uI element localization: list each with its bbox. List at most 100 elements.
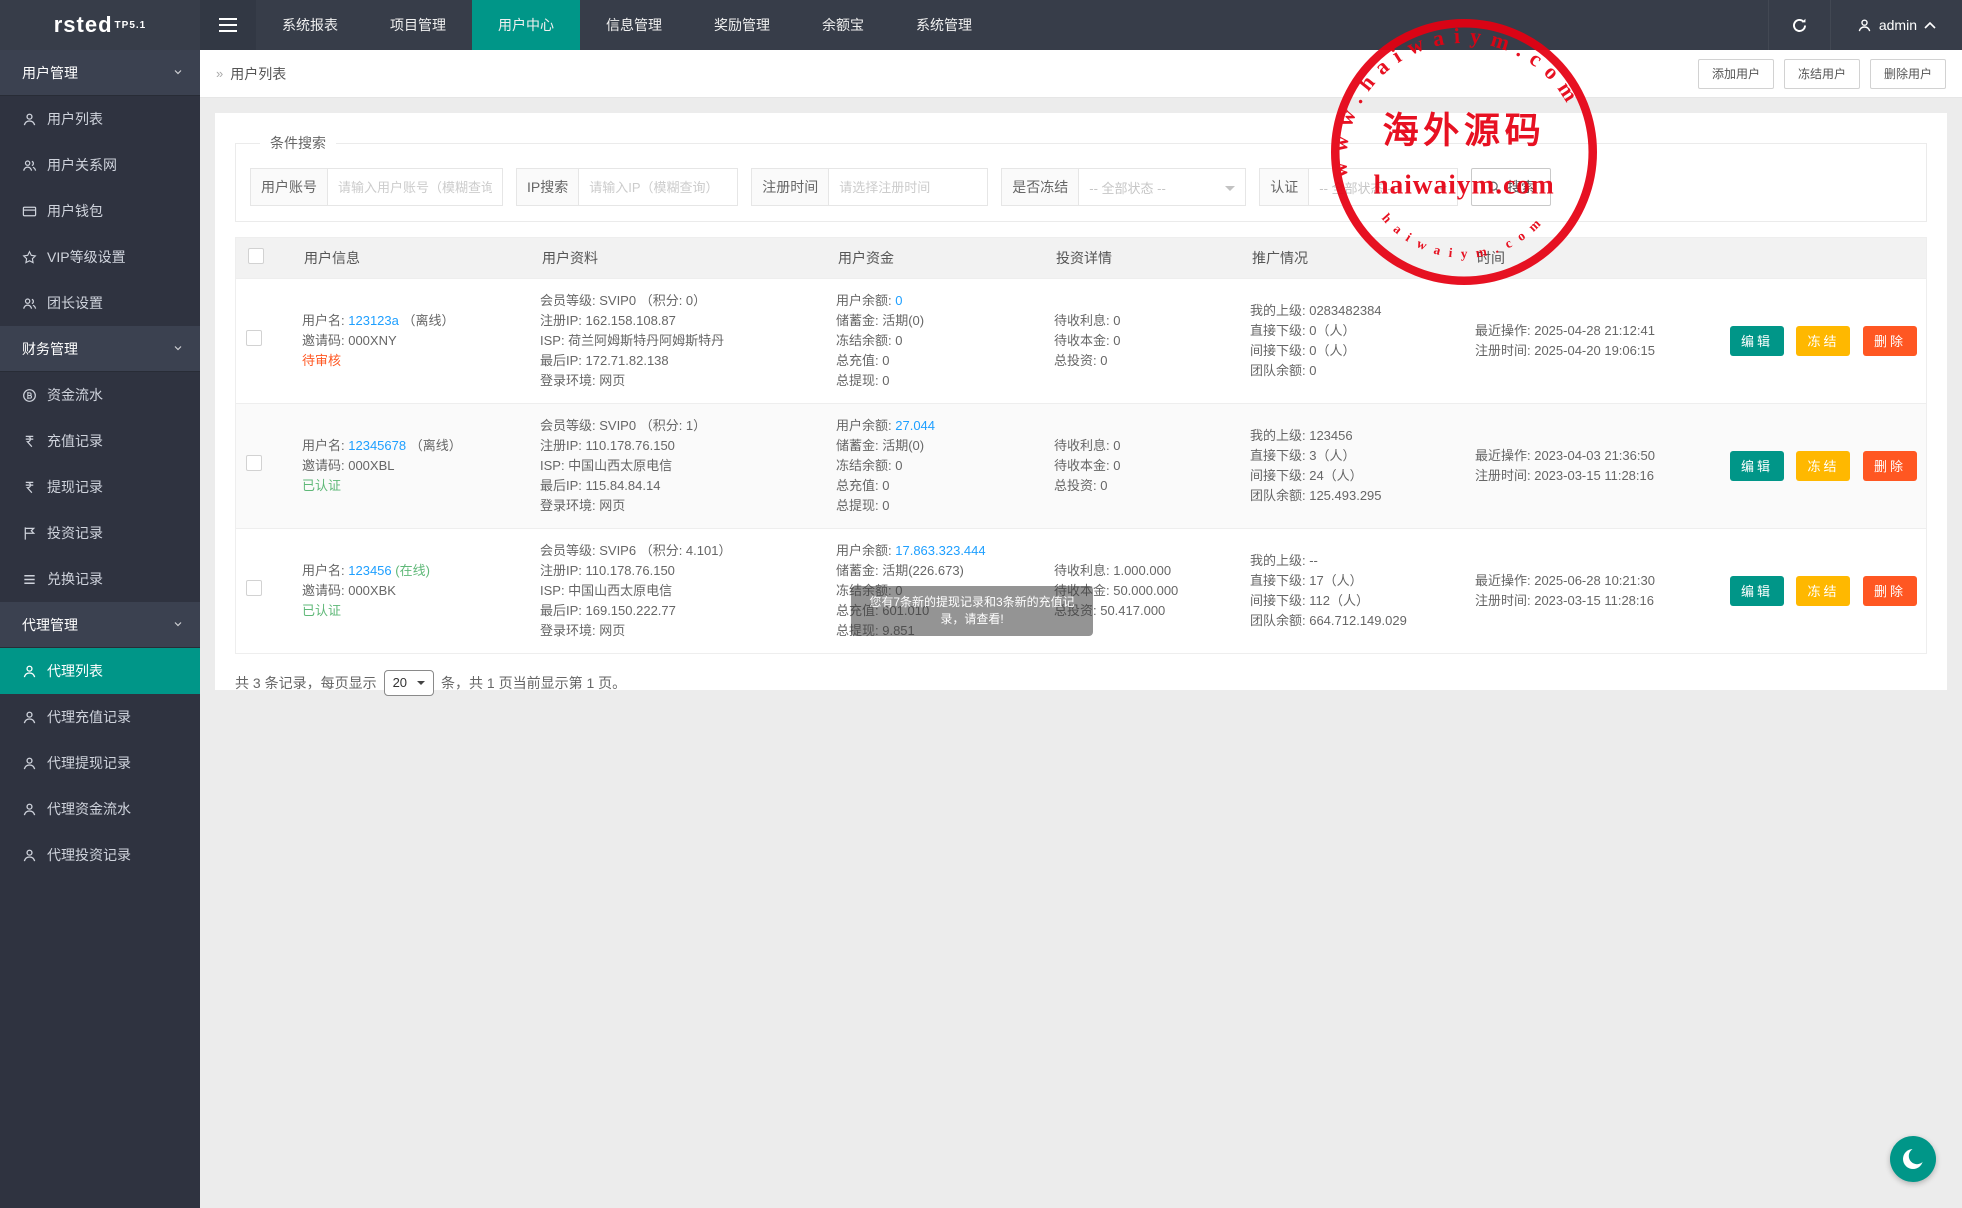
search-icon: [1487, 180, 1501, 194]
floating-service-button[interactable]: [1890, 1136, 1936, 1182]
add-user-button[interactable]: 添加用户: [1698, 59, 1774, 89]
search-button[interactable]: 搜索: [1471, 168, 1551, 206]
delete-button[interactable]: 删除: [1863, 576, 1917, 606]
ip-group: IP搜索: [516, 168, 738, 206]
nav-system-report[interactable]: 系统报表: [256, 0, 364, 50]
username-link[interactable]: 123123a: [348, 313, 399, 328]
freeze-button[interactable]: 冻结: [1796, 576, 1850, 606]
sidebar-item-agent-fund-flow[interactable]: 代理资金流水: [0, 786, 200, 832]
breadcrumb-bar: » 用户列表 添加用户 冻结用户 删除用户: [200, 50, 1962, 98]
sidebar-item-invest-record[interactable]: 投资记录: [0, 510, 200, 556]
item-label: 代理提现记录: [47, 753, 131, 773]
auth-group: 认证 -- 全部状态 --: [1259, 168, 1458, 206]
table-row: 用户名: 123123a （离线） 邀请码: 000XNY 待审核 会员等级: …: [236, 278, 1926, 403]
regtime-input[interactable]: [828, 168, 988, 206]
header-right: admin: [1768, 0, 1962, 50]
nav-info-manage[interactable]: 信息管理: [580, 0, 688, 50]
sidebar-item-exchange-record[interactable]: 兑换记录: [0, 556, 200, 602]
person-icon: [22, 664, 37, 679]
freeze-button[interactable]: 冻结: [1796, 451, 1850, 481]
rupee-icon: [22, 434, 37, 449]
page-actions: 添加用户 冻结用户 删除用户: [1698, 59, 1946, 89]
freeze-select[interactable]: -- 全部状态 --: [1078, 168, 1246, 206]
online-status: （离线）: [410, 438, 462, 453]
sidebar-item-agent-list[interactable]: 代理列表: [0, 648, 200, 694]
freeze-user-button[interactable]: 冻结用户: [1784, 59, 1860, 89]
sidebar-item-agent-withdraw[interactable]: 代理提现记录: [0, 740, 200, 786]
row-checkbox[interactable]: [246, 330, 262, 346]
table-header-row: 用户信息 用户资料 用户资金 投资详情 推广情况 时间: [236, 238, 1926, 278]
invite-code: 邀请码: 000XNY: [302, 331, 520, 351]
refresh-icon: [1791, 17, 1808, 34]
flag-icon: [22, 526, 37, 541]
logo-version: TP5.1: [115, 20, 147, 31]
admin-menu[interactable]: admin: [1830, 0, 1962, 50]
edit-button[interactable]: 编辑: [1730, 326, 1784, 356]
username-link[interactable]: 12345678: [348, 438, 406, 453]
regtime-group: 注册时间: [751, 168, 988, 206]
nav-system-manage[interactable]: 系统管理: [890, 0, 998, 50]
col-invest-detail: 投资详情: [1044, 238, 1240, 278]
col-time: 时间: [1465, 238, 1720, 278]
table-row: 用户名: 12345678 （离线） 邀请码: 000XBL 已认证 会员等级:…: [236, 403, 1926, 528]
top-nav: 系统报表 项目管理 用户中心 信息管理 奖励管理 余额宝 系统管理: [256, 0, 998, 50]
sidebar: 用户管理 用户列表 用户关系网 用户钱包 VIP等级设置 团长设置 财务管理 资…: [0, 50, 200, 1208]
sidebar-section-finance-manage[interactable]: 财务管理: [0, 326, 200, 372]
sidebar-item-vip-level[interactable]: VIP等级设置: [0, 234, 200, 280]
breadcrumb-arrow-icon: »: [216, 66, 223, 81]
rupee-icon: [22, 480, 37, 495]
sidebar-item-user-network[interactable]: 用户关系网: [0, 142, 200, 188]
sidebar-item-user-list[interactable]: 用户列表: [0, 96, 200, 142]
item-label: 用户列表: [47, 109, 103, 129]
admin-username: admin: [1879, 17, 1917, 33]
balance-link[interactable]: 27.044: [895, 418, 935, 433]
account-group: 用户账号: [250, 168, 503, 206]
sidebar-section-user-manage[interactable]: 用户管理: [0, 50, 200, 96]
nav-yuebao[interactable]: 余额宝: [796, 0, 890, 50]
hamburger-icon: [219, 18, 237, 32]
row-checkbox[interactable]: [246, 455, 262, 471]
sidebar-item-fund-flow[interactable]: 资金流水: [0, 372, 200, 418]
ip-input[interactable]: [578, 168, 738, 206]
account-input[interactable]: [327, 168, 503, 206]
freeze-button[interactable]: 冻结: [1796, 326, 1850, 356]
balance-link[interactable]: 0: [895, 293, 902, 308]
person-icon: [22, 848, 37, 863]
sidebar-item-withdraw-record[interactable]: 提现记录: [0, 464, 200, 510]
wallet-icon: [22, 204, 37, 219]
sidebar-item-leader-setting[interactable]: 团长设置: [0, 280, 200, 326]
username-link[interactable]: 123456: [348, 563, 391, 578]
list-icon: [22, 572, 37, 587]
sidebar-item-agent-invest[interactable]: 代理投资记录: [0, 832, 200, 878]
online-status: (在线): [395, 563, 430, 578]
freeze-group: 是否冻结 -- 全部状态 --: [1001, 168, 1246, 206]
sidebar-section-agent-manage[interactable]: 代理管理: [0, 602, 200, 648]
edit-button[interactable]: 编辑: [1730, 576, 1784, 606]
menu-toggle-button[interactable]: [200, 0, 256, 50]
item-label: VIP等级设置: [47, 247, 126, 267]
delete-button[interactable]: 删除: [1863, 326, 1917, 356]
col-user-info: 用户信息: [292, 238, 530, 278]
balance-link[interactable]: 17.863.323.444: [895, 543, 985, 558]
sidebar-item-agent-recharge[interactable]: 代理充值记录: [0, 694, 200, 740]
select-all-checkbox[interactable]: [248, 248, 264, 264]
item-label: 代理投资记录: [47, 845, 131, 865]
nav-project-manage[interactable]: 项目管理: [364, 0, 472, 50]
sidebar-item-user-wallet[interactable]: 用户钱包: [0, 188, 200, 234]
auth-select-value: -- 全部状态 --: [1319, 178, 1396, 197]
refresh-button[interactable]: [1768, 0, 1830, 50]
page-size-select[interactable]: 20: [384, 670, 434, 696]
ip-label: IP搜索: [516, 168, 578, 206]
delete-user-button[interactable]: 删除用户: [1870, 59, 1946, 89]
item-label: 用户钱包: [47, 201, 103, 221]
item-label: 兑换记录: [47, 569, 103, 589]
app-logo: rsted TP5.1: [0, 0, 200, 50]
people-icon: [22, 296, 37, 311]
delete-button[interactable]: 删除: [1863, 451, 1917, 481]
auth-select[interactable]: -- 全部状态 --: [1308, 168, 1458, 206]
sidebar-item-recharge-record[interactable]: 充值记录: [0, 418, 200, 464]
nav-reward-manage[interactable]: 奖励管理: [688, 0, 796, 50]
row-checkbox[interactable]: [246, 580, 262, 596]
nav-user-center[interactable]: 用户中心: [472, 0, 580, 50]
edit-button[interactable]: 编辑: [1730, 451, 1784, 481]
